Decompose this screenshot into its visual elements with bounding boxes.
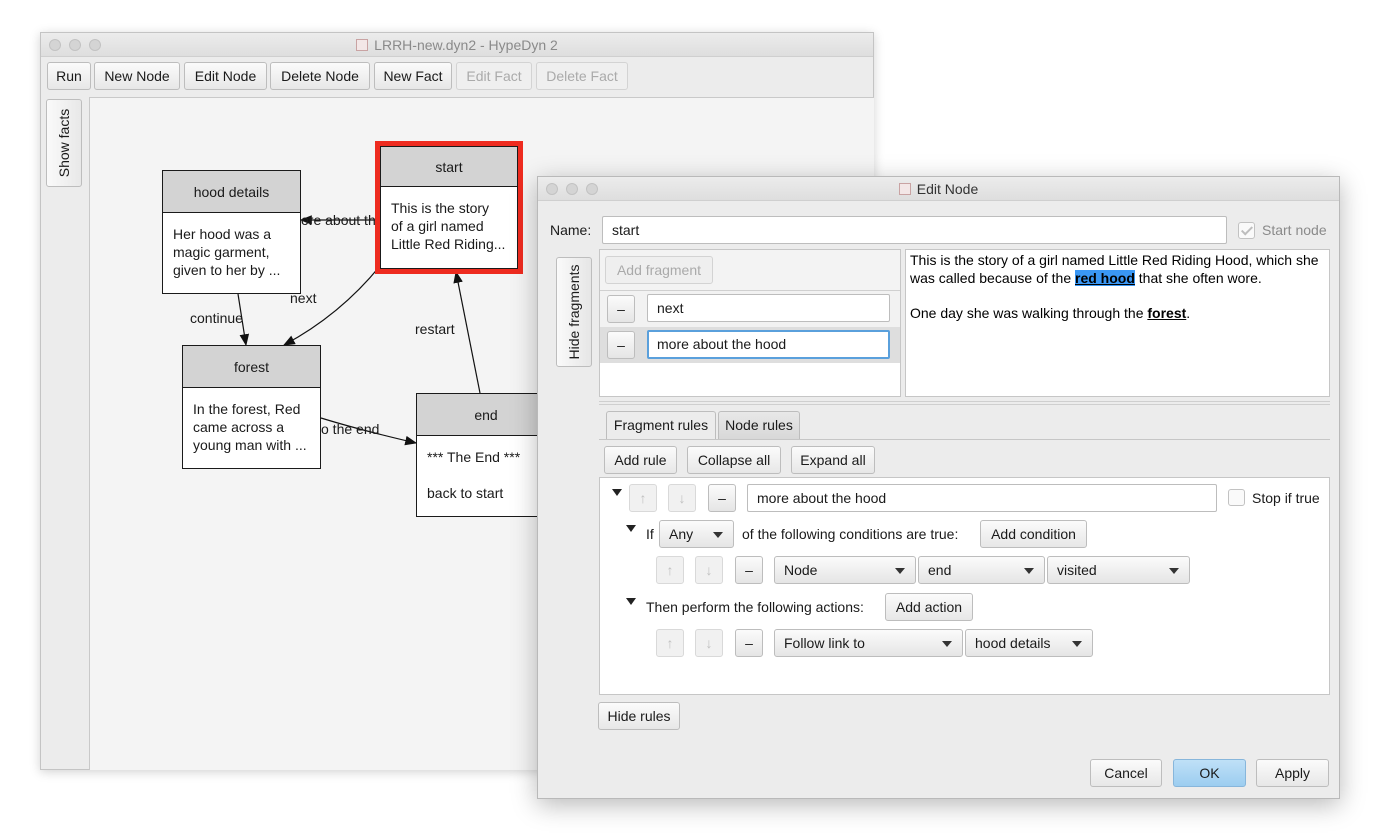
fragments-panel: Add fragment – next – more about the hoo… bbox=[599, 249, 901, 397]
edge-label-restart: restart bbox=[415, 321, 455, 337]
hide-fragments-tab[interactable]: Hide fragments bbox=[556, 257, 592, 367]
remove-fragment-button[interactable]: – bbox=[607, 331, 635, 359]
graph-node-start[interactable]: start This is the story of a girl named … bbox=[380, 146, 518, 269]
close-dialog-icon[interactable] bbox=[546, 183, 558, 195]
move-down-button[interactable]: ↓ bbox=[668, 484, 696, 512]
fragment-input[interactable]: next bbox=[647, 294, 890, 322]
move-up-button[interactable]: ↑ bbox=[656, 556, 684, 584]
action-type-value: Follow link to bbox=[784, 635, 865, 651]
fragment-link-forest[interactable]: forest bbox=[1147, 305, 1186, 321]
chevron-down-icon bbox=[1024, 568, 1034, 574]
add-action-button[interactable]: Add action bbox=[885, 593, 973, 621]
condition-state-select[interactable]: visited bbox=[1047, 556, 1190, 584]
condition-type-select[interactable]: Node bbox=[774, 556, 916, 584]
condition-target-select[interactable]: end bbox=[918, 556, 1045, 584]
node-text: Her hood was a magic garment, given to h… bbox=[173, 226, 281, 278]
text-span: that she often wore. bbox=[1134, 270, 1262, 286]
stop-if-true-checkbox[interactable] bbox=[1228, 489, 1245, 506]
graph-node-forest[interactable]: forest In the forest, Red came across a … bbox=[182, 345, 321, 469]
document-icon bbox=[898, 183, 911, 195]
chevron-down-icon bbox=[1169, 568, 1179, 574]
condition-type-value: Node bbox=[784, 562, 818, 578]
condition-target-value: end bbox=[928, 562, 952, 578]
move-down-button[interactable]: ↓ bbox=[695, 556, 723, 584]
start-node-checkbox[interactable] bbox=[1238, 222, 1255, 239]
stop-if-true-label: Stop if true bbox=[1252, 490, 1320, 506]
conditions-label: of the following conditions are true: bbox=[742, 526, 959, 542]
splitter-handle[interactable] bbox=[599, 401, 1330, 405]
name-input[interactable]: start bbox=[602, 216, 1227, 244]
tab-node-rules[interactable]: Node rules bbox=[718, 411, 800, 439]
chevron-down-icon bbox=[1072, 641, 1082, 647]
start-node-label: Start node bbox=[1262, 222, 1327, 238]
edge-label-continue: continue bbox=[190, 310, 243, 326]
expand-all-button[interactable]: Expand all bbox=[791, 446, 875, 474]
action-type-select[interactable]: Follow link to bbox=[774, 629, 963, 657]
name-label: Name: bbox=[550, 222, 592, 238]
text-span: . bbox=[1186, 305, 1191, 321]
move-up-button[interactable]: ↑ bbox=[656, 629, 684, 657]
rule-toolbar: Add rule Collapse all Expand all bbox=[599, 439, 1330, 477]
edge-restart bbox=[453, 270, 481, 394]
remove-action-button[interactable]: – bbox=[735, 629, 763, 657]
node-text-editor[interactable]: This is the story of a girl named Little… bbox=[905, 249, 1330, 397]
add-rule-button[interactable]: Add rule bbox=[604, 446, 677, 474]
fragment-link-red-hood[interactable]: red hood bbox=[1075, 270, 1135, 286]
expand-actions-icon[interactable] bbox=[626, 598, 636, 605]
remove-condition-button[interactable]: – bbox=[735, 556, 763, 584]
node-text-content: This is the story of a girl named Little… bbox=[910, 251, 1324, 322]
rule-name-input[interactable]: more about the hood bbox=[747, 484, 1217, 512]
edge-label-more-about: ore about th bbox=[301, 212, 376, 228]
node-text: In the forest, Red came across a young m… bbox=[193, 401, 307, 453]
node-text: This is the story of a girl named Little… bbox=[391, 200, 506, 252]
add-condition-button[interactable]: Add condition bbox=[980, 520, 1087, 548]
hide-rules-button[interactable]: Hide rules bbox=[598, 702, 680, 730]
graph-node-end[interactable]: end *** The End *** back to start bbox=[416, 393, 556, 517]
rules-panel: ↑ ↓ – more about the hood Stop if true I… bbox=[599, 477, 1330, 695]
actions-label: Then perform the following actions: bbox=[646, 599, 864, 615]
chevron-down-icon bbox=[713, 532, 723, 538]
apply-button[interactable]: Apply bbox=[1256, 759, 1329, 787]
edit-node-dialog: Edit Node Name: start Start node Hide fr… bbox=[537, 176, 1340, 799]
if-mode-value: Any bbox=[669, 526, 694, 542]
condition-state-value: visited bbox=[1057, 562, 1097, 578]
graph-node-hood-details[interactable]: hood details Her hood was a magic garmen… bbox=[162, 170, 301, 294]
node-title: start bbox=[381, 147, 517, 187]
edge-label-to-the-end: o the end bbox=[321, 421, 380, 437]
if-label: If bbox=[646, 526, 654, 542]
node-text: *** The End *** back to start bbox=[427, 449, 521, 501]
list-item[interactable]: – next bbox=[600, 291, 900, 327]
move-up-button[interactable]: ↑ bbox=[629, 484, 657, 512]
dialog-title: Edit Node bbox=[916, 181, 979, 197]
node-title: end bbox=[417, 394, 555, 436]
action-target-value: hood details bbox=[975, 635, 1051, 651]
fragment-input-focused[interactable]: more about the hood bbox=[647, 330, 890, 359]
minimize-dialog-icon[interactable] bbox=[566, 183, 578, 195]
text-span: One day she was walking through the bbox=[910, 305, 1148, 321]
node-title: hood details bbox=[163, 171, 300, 213]
expand-rule-icon[interactable] bbox=[612, 489, 622, 496]
edge-label-next: next bbox=[290, 290, 317, 306]
chevron-down-icon bbox=[942, 641, 952, 647]
if-mode-select[interactable]: Any bbox=[659, 520, 734, 548]
chevron-down-icon bbox=[895, 568, 905, 574]
zoom-dialog-icon[interactable] bbox=[586, 183, 598, 195]
move-down-button[interactable]: ↓ bbox=[695, 629, 723, 657]
action-target-select[interactable]: hood details bbox=[965, 629, 1093, 657]
hide-fragments-label: Hide fragments bbox=[566, 264, 582, 360]
ok-button[interactable]: OK bbox=[1173, 759, 1246, 787]
collapse-all-button[interactable]: Collapse all bbox=[687, 446, 781, 474]
tab-fragment-rules[interactable]: Fragment rules bbox=[606, 411, 716, 439]
expand-conditions-icon[interactable] bbox=[626, 525, 636, 532]
add-fragment-button[interactable]: Add fragment bbox=[605, 256, 713, 284]
remove-fragment-button[interactable]: – bbox=[607, 295, 635, 323]
cancel-button[interactable]: Cancel bbox=[1090, 759, 1162, 787]
remove-rule-button[interactable]: – bbox=[708, 484, 736, 512]
fragment-list: – next – more about the hood bbox=[600, 290, 900, 396]
node-title: forest bbox=[183, 346, 320, 388]
dialog-titlebar[interactable]: Edit Node bbox=[538, 177, 1339, 201]
list-item[interactable]: – more about the hood bbox=[600, 327, 900, 363]
